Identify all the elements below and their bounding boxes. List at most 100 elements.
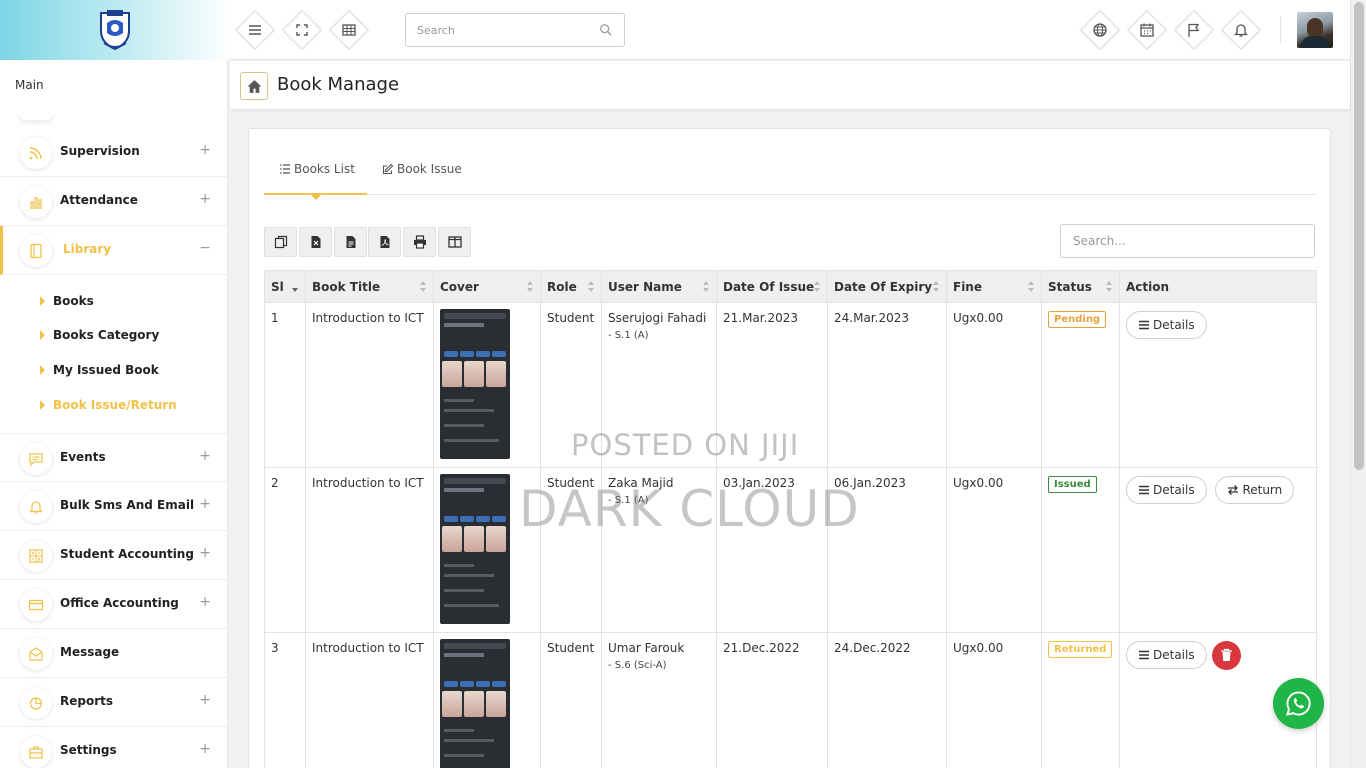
book-cover-image[interactable] — [440, 474, 510, 624]
menu-toggle-button[interactable] — [235, 10, 275, 50]
cell-book-title: Introduction to ICT — [305, 302, 434, 468]
cell-sl: 3 — [264, 632, 306, 768]
cell-action: Details — [1119, 302, 1317, 468]
pie-chart-icon — [29, 697, 43, 710]
expand-icon[interactable]: + — [199, 142, 211, 158]
school-crest-logo[interactable] — [98, 9, 132, 51]
flag-icon — [1188, 23, 1200, 37]
expand-icon[interactable]: + — [199, 741, 211, 757]
tab-book-issue[interactable]: Book Issue — [382, 149, 482, 195]
table-header-row: Sl Book Title Cover Role User Name Date … — [264, 270, 1317, 303]
submenu-book-issue-return[interactable]: Book Issue/Return — [40, 398, 177, 412]
export-excel-button[interactable] — [299, 227, 332, 257]
column-header-status[interactable]: Status — [1041, 270, 1120, 303]
cell-sl: 2 — [264, 467, 306, 633]
sidebar-item-attendance[interactable]: Attendance + — [0, 177, 227, 226]
book-cover-image[interactable] — [440, 309, 510, 459]
caret-right-icon — [40, 400, 45, 410]
global-search-input[interactable] — [406, 14, 586, 46]
tab-books-list[interactable]: Books List — [264, 149, 367, 200]
calendar-button[interactable] — [1127, 10, 1167, 50]
expand-icon[interactable]: + — [199, 448, 211, 464]
fullscreen-button[interactable] — [282, 10, 322, 50]
sidebar-item-label: Supervision — [60, 144, 140, 158]
print-icon — [414, 235, 426, 249]
column-visibility-button[interactable] — [438, 227, 471, 257]
sidebar-item-message[interactable]: Message — [0, 629, 227, 678]
csv-file-icon — [346, 236, 356, 248]
sidebar-item-events[interactable]: Events + — [0, 433, 227, 482]
sidebar-item-settings[interactable]: Settings + — [0, 727, 227, 768]
column-header-role[interactable]: Role — [540, 270, 602, 303]
details-button[interactable]: Details — [1126, 641, 1207, 669]
global-search — [405, 13, 625, 47]
column-header-user-name[interactable]: User Name — [601, 270, 717, 303]
whatsapp-chat-button[interactable] — [1273, 678, 1324, 729]
submenu-my-issued-book[interactable]: My Issued Book — [40, 363, 159, 377]
calculator-icon — [29, 549, 43, 563]
export-pdf-button[interactable] — [368, 227, 401, 257]
search-icon[interactable] — [599, 23, 613, 37]
bell-icon — [1233, 24, 1249, 37]
print-button[interactable] — [403, 227, 436, 257]
delete-button[interactable] — [1211, 641, 1241, 670]
column-header-date-of-expiry[interactable]: Date Of Expiry — [827, 270, 947, 303]
list-icon — [280, 164, 290, 174]
briefcase-icon — [29, 746, 43, 759]
details-button[interactable]: Details — [1126, 311, 1207, 339]
details-button[interactable]: Details — [1126, 476, 1207, 504]
export-csv-button[interactable] — [334, 227, 367, 257]
sort-icon — [420, 281, 427, 292]
expand-icon[interactable]: + — [199, 191, 211, 207]
sidebar-item-bulk-sms[interactable]: Bulk Sms And Email + — [0, 482, 227, 531]
sidebar-item-student-accounting[interactable]: Student Accounting + — [0, 531, 227, 580]
copy-button[interactable] — [264, 227, 297, 257]
cell-book-title: Introduction to ICT — [305, 632, 434, 768]
expand-icon[interactable]: + — [199, 692, 211, 708]
sort-icon — [933, 281, 940, 292]
status-badge: Returned — [1048, 641, 1113, 658]
sidebar-item-library[interactable]: Library − — [0, 226, 227, 275]
column-header-action: Action — [1119, 270, 1317, 303]
envelope-icon — [29, 647, 43, 661]
sort-icon — [1028, 281, 1035, 292]
collapse-icon[interactable]: − — [199, 240, 211, 256]
sidebar-item-reports[interactable]: Reports + — [0, 678, 227, 727]
column-header-sl[interactable]: Sl — [264, 270, 306, 303]
sidebar-item-supervision[interactable]: Supervision + — [0, 128, 227, 177]
trash-icon — [1220, 648, 1232, 661]
page-header: Book Manage — [230, 61, 1350, 109]
submenu-books[interactable]: Books — [40, 294, 94, 308]
cell-cover — [433, 302, 541, 468]
language-button[interactable] — [1080, 10, 1120, 50]
watermark-line-2: DARK CLOUD — [519, 480, 860, 538]
expand-icon[interactable]: + — [199, 594, 211, 610]
column-header-date-of-issue[interactable]: Date Of Issue — [716, 270, 828, 303]
column-header-cover[interactable]: Cover — [433, 270, 541, 303]
column-header-fine[interactable]: Fine — [946, 270, 1042, 303]
exchange-icon — [1228, 485, 1239, 495]
cell-cover — [433, 632, 541, 768]
book-cover-image[interactable] — [440, 639, 510, 768]
sidebar-item-office-accounting[interactable]: Office Accounting + — [0, 580, 227, 629]
expand-icon[interactable]: + — [199, 496, 211, 512]
watermark-line-1: POSTED ON JIJI — [571, 428, 800, 462]
cell-fine: Ugx0.00 — [946, 632, 1042, 768]
user-avatar[interactable] — [1297, 12, 1333, 48]
flag-button[interactable] — [1174, 10, 1214, 50]
globe-icon — [1093, 23, 1107, 37]
expand-icon[interactable]: + — [199, 545, 211, 561]
scrollbar-thumb[interactable] — [1354, 2, 1364, 470]
return-button[interactable]: Return — [1215, 476, 1295, 504]
page-scrollbar[interactable] — [1350, 0, 1366, 768]
edit-icon — [382, 163, 394, 175]
column-header-book-title[interactable]: Book Title — [305, 270, 434, 303]
home-button[interactable] — [240, 72, 268, 100]
apps-grid-button[interactable] — [329, 10, 369, 50]
table-search-input[interactable] — [1060, 224, 1315, 258]
cell-status: Issued — [1041, 467, 1120, 633]
submenu-books-category[interactable]: Books Category — [40, 328, 159, 342]
notifications-button[interactable] — [1221, 10, 1261, 50]
sidebar-item-label: Settings — [60, 743, 117, 757]
user-class: - S.6 (Sci-A) — [608, 660, 667, 671]
